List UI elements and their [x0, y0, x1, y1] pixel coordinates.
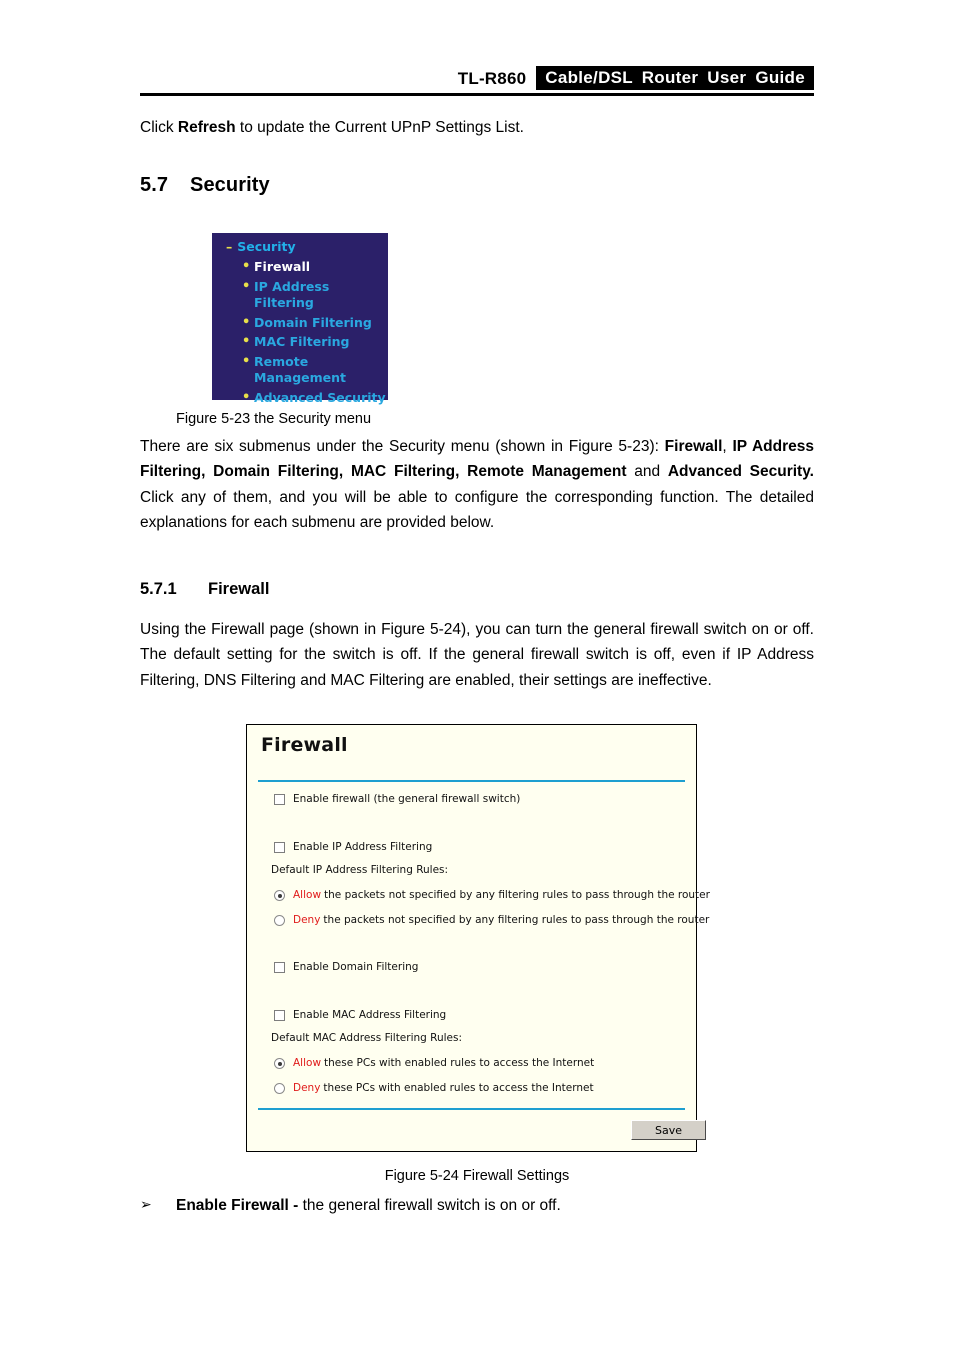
- heading-firewall: 5.7.1 Firewall: [140, 580, 269, 599]
- ip-rule-deny-radio-row[interactable]: Deny the packets not specified by any fil…: [274, 914, 709, 926]
- enable-domain-filtering-label: Enable Domain Filtering: [293, 961, 419, 973]
- bullet-enable-firewall: ➢ Enable Firewall - the general firewall…: [140, 1194, 814, 1217]
- paragraph-submenus: There are six submenus under the Securit…: [140, 434, 814, 535]
- header-title-badge: Cable/DSL Router User Guide: [536, 65, 814, 90]
- paragraph-firewall: Using the Firewall page (shown in Figure…: [140, 621, 814, 689]
- ip-rule-deny-keyword: Deny: [293, 914, 321, 926]
- firewall-settings-screenshot: Firewall Enable firewall (the general fi…: [246, 724, 710, 1152]
- arrow-bullet-icon: ➢: [140, 1196, 152, 1212]
- radio-icon[interactable]: [274, 1058, 285, 1069]
- enable-firewall-checkbox-row[interactable]: Enable firewall (the general firewall sw…: [274, 793, 520, 805]
- sidebar-item-label: Firewall: [254, 259, 311, 274]
- save-button[interactable]: Save: [631, 1120, 706, 1140]
- radio-icon[interactable]: [274, 890, 285, 901]
- checkbox-icon[interactable]: [274, 842, 285, 853]
- bullet-enable-firewall-text: Enable Firewall - the general firewall s…: [176, 1194, 814, 1217]
- page-header: TL-R860 Cable/DSL Router User Guide: [140, 62, 814, 96]
- heading-security-number: 5.7: [140, 174, 169, 196]
- mac-rule-allow-text: these PCs with enabled rules to access t…: [324, 1057, 595, 1069]
- bullet-dot-icon: •: [242, 314, 251, 330]
- heading-firewall-title: Firewall: [208, 580, 270, 598]
- mac-rules-heading: Default MAC Address Filtering Rules:: [271, 1032, 463, 1044]
- para-text-3: and: [626, 463, 668, 481]
- mac-rule-allow-keyword: Allow: [293, 1057, 322, 1069]
- bullet-dot-icon: •: [242, 334, 251, 349]
- panel-divider-bottom: [258, 1108, 685, 1110]
- heading-security: 5.7 Security: [140, 174, 270, 197]
- intro-paragraph: Click Refresh to update the Current UPnP…: [140, 117, 814, 139]
- bullet-dot-icon: •: [242, 353, 251, 369]
- ip-rules-heading: Default IP Address Filtering Rules:: [271, 864, 449, 876]
- enable-mac-filtering-checkbox-row[interactable]: Enable MAC Address Filtering: [274, 1009, 446, 1021]
- ip-rule-allow-text: the packets not specified by any filteri…: [324, 889, 710, 901]
- radio-icon[interactable]: [274, 1083, 285, 1094]
- intro-text-before: Click: [140, 119, 178, 136]
- sidebar-item-label: Remote Management: [254, 353, 347, 386]
- header-divider: [140, 93, 814, 96]
- sidebar-item-ip-address-filtering[interactable]: • IP Address Filtering: [242, 279, 388, 312]
- mac-rule-deny-text: these PCs with enabled rules to access t…: [323, 1082, 594, 1094]
- sidebar-item-remote-management[interactable]: • Remote Management: [242, 354, 388, 387]
- checkbox-icon[interactable]: [274, 1010, 285, 1021]
- intro-text-after: to update the Current UPnP Settings List…: [235, 119, 524, 136]
- bullet-dot-icon: •: [242, 278, 251, 294]
- mac-rule-allow-radio-row[interactable]: Allow these PCs with enabled rules to acc…: [274, 1057, 594, 1069]
- panel-divider-top: [258, 780, 685, 782]
- bullet-dot-icon: •: [242, 259, 251, 274]
- sidebar-item-advanced-security[interactable]: • Advanced Security: [242, 390, 388, 407]
- security-menu-list: • Firewall • IP Address Filtering • Doma…: [242, 259, 388, 409]
- sidebar-item-mac-filtering[interactable]: • MAC Filtering: [242, 334, 388, 351]
- para-text-1: There are six submenus under the Securit…: [140, 438, 665, 455]
- firewall-panel-title: Firewall: [261, 734, 348, 756]
- radio-icon[interactable]: [274, 915, 285, 926]
- ip-rule-allow-keyword: Allow: [293, 889, 322, 901]
- mac-rule-deny-keyword: Deny: [293, 1082, 321, 1094]
- enable-ip-filtering-label: Enable IP Address Filtering: [293, 841, 433, 853]
- enable-ip-filtering-checkbox-row[interactable]: Enable IP Address Filtering: [274, 841, 432, 853]
- bullet-description: the general firewall switch is on or off…: [302, 1197, 561, 1214]
- figure-5-23-caption: Figure 5-23 the Security menu: [176, 411, 372, 427]
- sidebar-item-firewall[interactable]: • Firewall: [242, 259, 388, 276]
- sidebar-item-label: Advanced Security: [254, 389, 386, 405]
- enable-domain-filtering-checkbox-row[interactable]: Enable Domain Filtering: [274, 961, 418, 973]
- ip-rule-allow-radio-row[interactable]: Allow the packets not specified by any fi…: [274, 889, 710, 901]
- checkbox-icon[interactable]: [274, 962, 285, 973]
- heading-firewall-number: 5.7.1: [140, 580, 177, 598]
- enable-mac-filtering-label: Enable MAC Address Filtering: [293, 1009, 447, 1021]
- sidebar-item-domain-filtering[interactable]: • Domain Filtering: [242, 315, 388, 332]
- sidebar-item-label: Domain Filtering: [254, 314, 372, 330]
- minus-icon[interactable]: –: [226, 239, 237, 254]
- para-bold-firewall: Firewall: [664, 438, 723, 455]
- enable-firewall-label: Enable firewall (the general firewall sw…: [293, 793, 521, 805]
- intro-bold-refresh: Refresh: [177, 119, 236, 136]
- para-bold-advanced-security: Advanced Security.: [667, 463, 814, 481]
- checkbox-icon[interactable]: [274, 794, 285, 805]
- bullet-bold-label: Enable Firewall -: [176, 1197, 303, 1214]
- security-menu-root[interactable]: – Security: [226, 239, 296, 254]
- bullet-dot-icon: •: [242, 389, 251, 405]
- figure-5-24-caption: Figure 5-24 Firewall Settings: [384, 1168, 570, 1184]
- ip-rule-deny-text: the packets not specified by any filteri…: [323, 914, 710, 926]
- mac-rule-deny-radio-row[interactable]: Deny these PCs with enabled rules to acce…: [274, 1082, 594, 1094]
- para-text-4: Click any of them, and you will be able …: [140, 488, 814, 531]
- security-menu-root-label: Security: [237, 239, 296, 254]
- header-model-name: TL-R860: [457, 69, 527, 88]
- sidebar-item-label: MAC Filtering: [254, 334, 350, 349]
- para-text-2: ,: [722, 438, 733, 455]
- sidebar-item-label: IP Address Filtering: [254, 278, 330, 311]
- heading-security-title: Security: [190, 174, 270, 196]
- security-menu-screenshot: – Security • Firewall • IP Address Filter…: [212, 233, 388, 405]
